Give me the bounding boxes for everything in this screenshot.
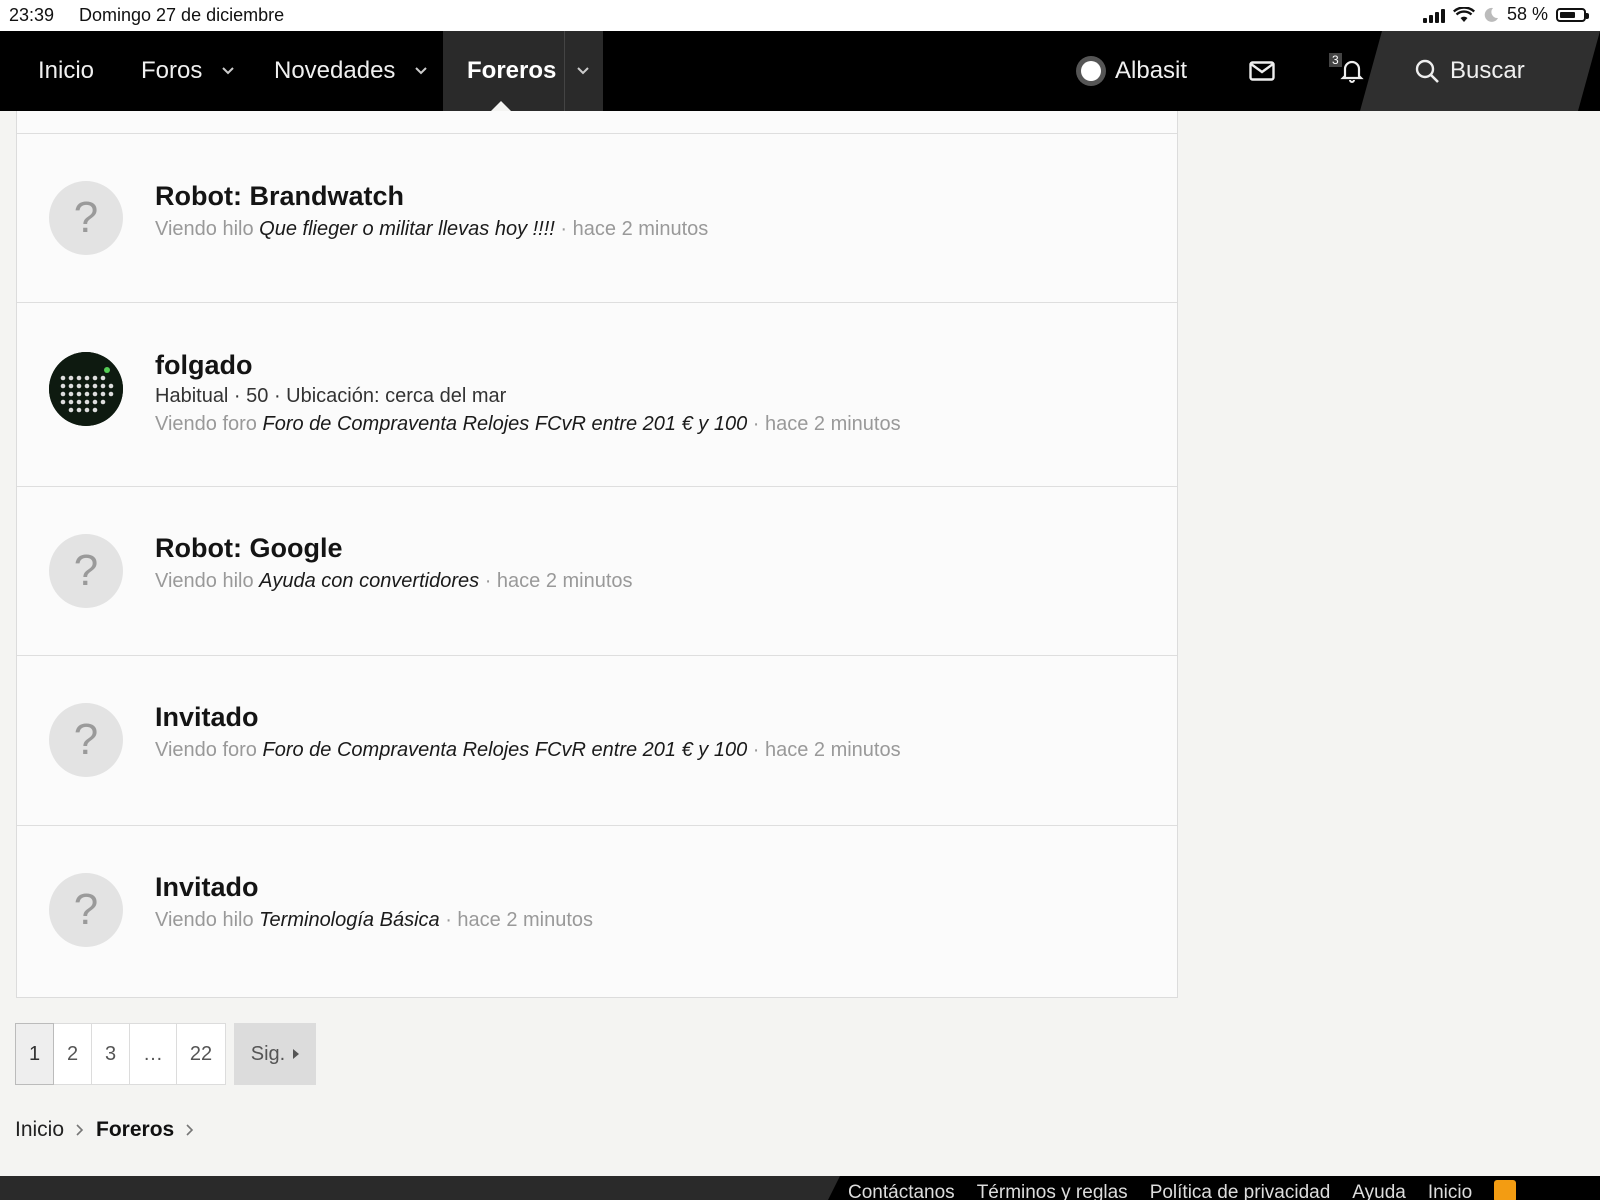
page-2-button[interactable]: 2 xyxy=(54,1023,92,1085)
member-name[interactable]: Invitado xyxy=(155,702,259,733)
member-name[interactable]: Invitado xyxy=(155,872,259,903)
nav-divider xyxy=(564,31,566,111)
activity-time: · hace 2 minutos xyxy=(445,909,594,931)
status-time: 23:39 xyxy=(9,5,55,25)
wifi-icon xyxy=(1452,6,1475,22)
footer-home-link[interactable]: Inicio xyxy=(1428,1182,1472,1200)
breadcrumb-home[interactable]: Inicio xyxy=(15,1118,64,1142)
page-3-button[interactable]: 3 xyxy=(92,1023,130,1085)
avatar-placeholder[interactable]: ? xyxy=(49,181,123,255)
next-page-button[interactable]: Sig. xyxy=(234,1023,316,1085)
search-button[interactable]: Buscar xyxy=(1360,31,1600,111)
page-22-button[interactable]: 22 xyxy=(177,1023,226,1085)
caret-right-icon xyxy=(293,1049,300,1059)
pagination: 1 2 3 … 22 Sig. xyxy=(15,1023,316,1085)
envelope-icon xyxy=(1249,61,1275,81)
footer-terms-link[interactable]: Términos y reglas xyxy=(977,1182,1128,1200)
activity-action: Viendo foro xyxy=(155,739,257,761)
chevron-down-icon[interactable] xyxy=(413,63,429,79)
nav-novedades-label: Novedades xyxy=(274,57,396,84)
chevron-down-icon[interactable] xyxy=(575,63,591,79)
nav-inicio-label: Inicio xyxy=(38,57,95,84)
list-item: ? Invitado Viendo foro Foro de Compraven… xyxy=(17,655,1177,826)
chevron-right-icon xyxy=(186,1124,194,1136)
list-item: ? Invitado Viendo hilo Terminología Bási… xyxy=(17,825,1177,997)
activity-action: Viendo hilo xyxy=(155,909,254,931)
chevron-right-icon xyxy=(76,1124,84,1136)
activity-target-link[interactable]: Foro de Compraventa Relojes FCvR entre 2… xyxy=(263,413,748,435)
battery-percent: 58 % xyxy=(1506,4,1548,24)
search-label: Buscar xyxy=(1450,57,1525,84)
user-avatar-icon xyxy=(1076,56,1106,86)
activity-target-link[interactable]: Ayuda con convertidores xyxy=(259,570,479,592)
status-date: Domingo 27 de diciembre xyxy=(79,5,285,25)
avatar[interactable] xyxy=(49,352,123,426)
footer-links: Contáctanos Términos y reglas Política d… xyxy=(828,1176,1600,1200)
alerts-button[interactable]: 3 xyxy=(1329,31,1364,111)
list-item: ? Robot: Brandwatch Viendo hilo Que flie… xyxy=(17,133,1177,303)
status-icons: 58 % xyxy=(1422,4,1589,25)
alerts-badge: 3 xyxy=(1329,53,1342,67)
chevron-down-icon[interactable] xyxy=(220,63,236,79)
moon-icon xyxy=(1484,7,1498,22)
breadcrumb: Inicio Foreros xyxy=(15,1118,194,1142)
activity-line: Viendo hilo Ayuda con convertidores · ha… xyxy=(155,570,633,593)
page-1-button[interactable]: 1 xyxy=(15,1023,54,1085)
nav-user-label: Albasit xyxy=(1115,57,1188,84)
status-bar: 23:39 Domingo 27 de diciembre 58 % xyxy=(0,0,1600,31)
activity-target-link[interactable]: Foro de Compraventa Relojes FCvR entre 2… xyxy=(263,739,748,761)
member-meta: Habitual · 50 · Ubicación: cerca del mar xyxy=(155,385,507,407)
footer-help-link[interactable]: Ayuda xyxy=(1352,1182,1406,1200)
activity-target-link[interactable]: Que flieger o militar llevas hoy !!!! xyxy=(259,218,555,240)
member-name[interactable]: Robot: Brandwatch xyxy=(155,181,404,212)
battery-icon xyxy=(1556,7,1589,22)
page-jump-button[interactable]: … xyxy=(130,1023,177,1085)
inbox-button[interactable] xyxy=(1249,31,1275,111)
activity-line: Viendo foro Foro de Compraventa Relojes … xyxy=(155,413,901,436)
activity-line: Viendo hilo Que flieger o militar llevas… xyxy=(155,218,708,241)
nav-foros-label: Foros xyxy=(141,57,203,84)
rss-icon[interactable] xyxy=(1494,1180,1517,1200)
nav-novedades[interactable]: Novedades xyxy=(274,31,429,111)
activity-time: · hace 2 minutos xyxy=(752,739,901,761)
footer-privacy-link[interactable]: Política de privacidad xyxy=(1150,1182,1331,1200)
member-name[interactable]: Robot: Google xyxy=(155,533,342,564)
activity-line: Viendo hilo Terminología Básica · hace 2… xyxy=(155,909,593,932)
avatar-placeholder[interactable]: ? xyxy=(49,873,123,947)
bell-icon xyxy=(1340,60,1364,83)
avatar-placeholder[interactable]: ? xyxy=(49,534,123,608)
list-item: folgado Habitual · 50 · Ubicación: cerca… xyxy=(17,302,1177,487)
online-members-list: ? Robot: Brandwatch Viendo hilo Que flie… xyxy=(16,111,1178,998)
activity-time: · hace 2 minutos xyxy=(752,413,901,435)
next-page-label: Sig. xyxy=(250,1042,286,1065)
main-navbar: Inicio Foros Novedades Foreros Albasit 3… xyxy=(0,31,1600,112)
list-item: ? Robot: Google Viendo hilo Ayuda con co… xyxy=(17,486,1177,656)
nav-foreros[interactable]: Foreros xyxy=(443,31,603,112)
activity-line: Viendo foro Foro de Compraventa Relojes … xyxy=(155,739,901,762)
avatar-placeholder[interactable]: ? xyxy=(49,703,123,777)
activity-action: Viendo foro xyxy=(155,413,257,435)
cellular-signal-icon xyxy=(1422,7,1445,23)
activity-time: · hace 2 minutos xyxy=(484,570,633,592)
activity-action: Viendo hilo xyxy=(155,218,254,240)
activity-target-link[interactable]: Terminología Básica xyxy=(259,909,439,931)
nav-user[interactable]: Albasit xyxy=(1075,31,1187,111)
nav-foros[interactable]: Foros xyxy=(141,31,236,111)
breadcrumb-current[interactable]: Foreros xyxy=(96,1118,174,1142)
activity-action: Viendo hilo xyxy=(155,570,254,592)
nav-inicio[interactable]: Inicio xyxy=(38,31,94,111)
nav-foreros-label: Foreros xyxy=(467,57,557,84)
footer-contact-link[interactable]: Contáctanos xyxy=(848,1182,955,1200)
activity-time: · hace 2 minutos xyxy=(560,218,709,240)
search-icon xyxy=(1415,59,1439,83)
member-name[interactable]: folgado xyxy=(155,350,252,381)
